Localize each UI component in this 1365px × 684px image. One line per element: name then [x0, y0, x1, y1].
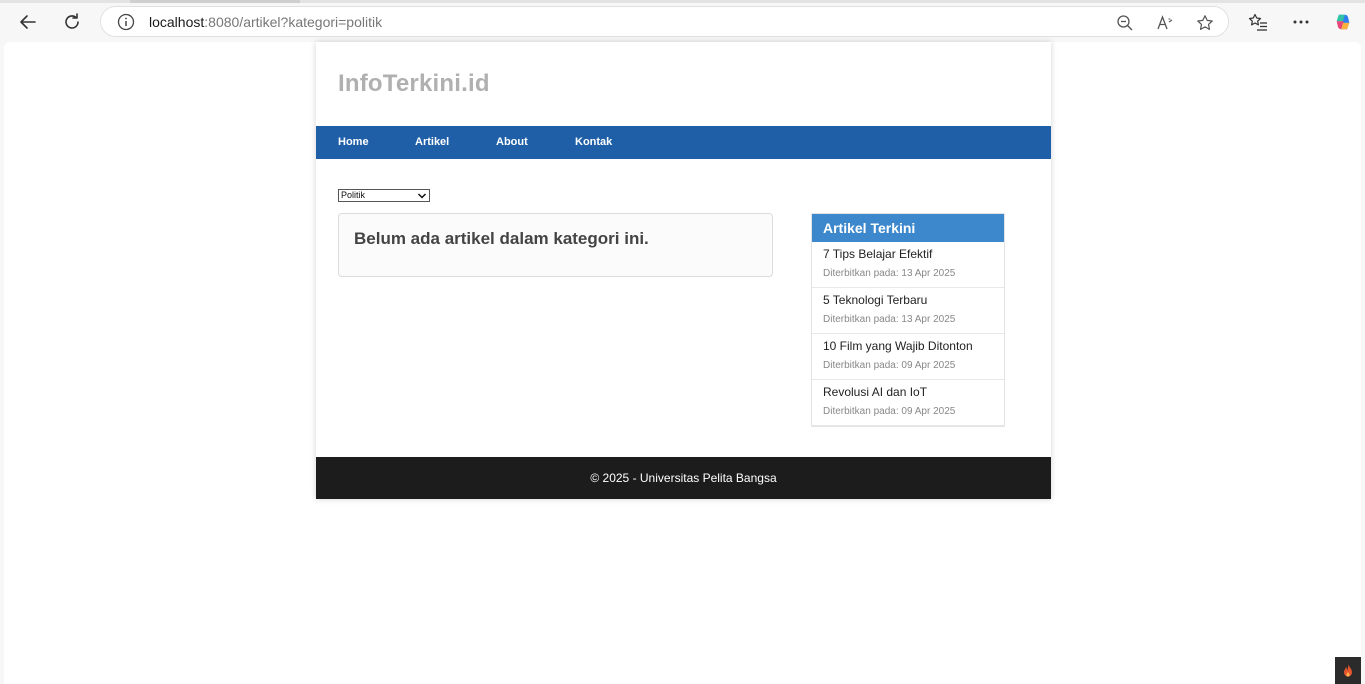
address-bar[interactable]: localhost:8080/artikel?kategori=politik: [100, 6, 1229, 37]
browser-toolbar: localhost:8080/artikel?kategori=politik: [0, 0, 1365, 44]
back-icon[interactable]: [14, 8, 42, 36]
zoom-out-icon[interactable]: [1115, 13, 1135, 33]
footer-text: © 2025 - Universitas Pelita Bangsa: [590, 471, 777, 485]
category-select[interactable]: Politik: [338, 189, 430, 202]
debug-toolbar-flame-icon[interactable]: [1335, 657, 1361, 684]
sidebar-article-item[interactable]: Revolusi AI dan IoT Diterbitkan pada: 09…: [812, 380, 1004, 426]
sidebar-article-item[interactable]: 5 Teknologi Terbaru Diterbitkan pada: 13…: [812, 288, 1004, 334]
url-host: localhost: [149, 14, 205, 30]
sidebar-article-date: Diterbitkan pada: 13 Apr 2025: [823, 314, 956, 325]
site-footer: © 2025 - Universitas Pelita Bangsa: [316, 457, 1051, 499]
sidebar-article-title[interactable]: 5 Teknologi Terbaru: [823, 293, 927, 307]
sidebar-article-date: Diterbitkan pada: 09 Apr 2025: [823, 360, 956, 371]
reload-icon[interactable]: [58, 8, 86, 36]
main-navbar: Home Artikel About Kontak: [316, 126, 1051, 159]
empty-message: Belum ada artikel dalam kategori ini.: [354, 229, 649, 248]
sidebar-article-date: Diterbitkan pada: 13 Apr 2025: [823, 268, 956, 279]
site-info-icon[interactable]: [117, 13, 135, 31]
empty-articles-box: Belum ada artikel dalam kategori ini.: [338, 213, 773, 277]
chevron-down-icon: [417, 193, 427, 199]
copilot-icon[interactable]: [1332, 11, 1354, 33]
sidebar-article-item[interactable]: 10 Film yang Wajib Ditonton Diterbitkan …: [812, 334, 1004, 380]
site-title[interactable]: InfoTerkini.id: [338, 70, 490, 98]
page-viewport: InfoTerkini.id Home Artikel About Kontak…: [4, 42, 1361, 684]
sidebar-article-date: Diterbitkan pada: 09 Apr 2025: [823, 406, 956, 417]
url-path: :8080/artikel?kategori=politik: [204, 14, 383, 30]
page-container: InfoTerkini.id Home Artikel About Kontak…: [316, 42, 1051, 499]
sidebar-article-item[interactable]: 7 Tips Belajar Efektif Diterbitkan pada:…: [812, 242, 1004, 288]
tab-indicator: [130, 0, 300, 3]
recent-articles-sidebar: Artikel Terkini 7 Tips Belajar Efektif D…: [811, 213, 1005, 427]
favorites-icon[interactable]: [1247, 11, 1269, 33]
nav-link-home[interactable]: Home: [338, 136, 369, 148]
read-aloud-icon[interactable]: [1155, 13, 1175, 33]
tab-strip: [0, 0, 1365, 3]
favorite-star-icon[interactable]: [1195, 13, 1215, 33]
sidebar-heading: Artikel Terkini: [823, 220, 916, 236]
category-select-value: Politik: [341, 190, 366, 200]
sidebar-header: Artikel Terkini: [812, 214, 1004, 242]
nav-link-artikel[interactable]: Artikel: [415, 136, 449, 148]
more-options-icon[interactable]: [1290, 11, 1312, 33]
nav-link-about[interactable]: About: [496, 136, 528, 148]
url-text[interactable]: localhost:8080/artikel?kategori=politik: [149, 14, 382, 30]
sidebar-article-title[interactable]: 7 Tips Belajar Efektif: [823, 247, 932, 261]
sidebar-article-title[interactable]: Revolusi AI dan IoT: [823, 385, 927, 399]
sidebar-article-title[interactable]: 10 Film yang Wajib Ditonton: [823, 339, 973, 353]
nav-link-kontak[interactable]: Kontak: [575, 136, 612, 148]
